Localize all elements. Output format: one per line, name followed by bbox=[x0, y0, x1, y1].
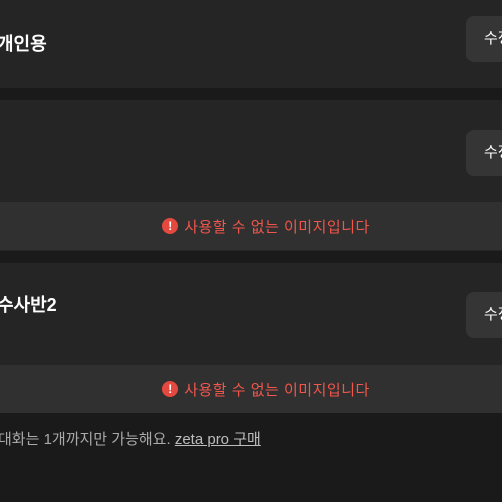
zeta-pro-purchase-link[interactable]: zeta pro 구매 bbox=[175, 431, 261, 448]
exclamation-circle-icon: ! bbox=[162, 218, 179, 234]
profile-card-3: 수사반2 수정 ! 사용할 수 없는 이미지입니다 bbox=[0, 263, 502, 413]
edit-button[interactable]: 수정 bbox=[466, 16, 502, 62]
edit-button[interactable]: 수정 bbox=[466, 130, 502, 176]
error-message: ! 사용할 수 없는 이미지입니다 bbox=[0, 365, 502, 413]
error-text: 사용할 수 없는 이미지입니다 bbox=[184, 218, 370, 236]
error-message: ! 사용할 수 없는 이미지입니다 bbox=[0, 202, 502, 250]
profile-card-1: 개인용 수정 bbox=[0, 0, 502, 88]
profile-title: 수사반2 bbox=[0, 295, 57, 315]
error-text: 사용할 수 없는 이미지입니다 bbox=[184, 381, 370, 399]
exclamation-circle-icon: ! bbox=[162, 381, 179, 397]
footer-text: 대화는 1개까지만 가능해요. bbox=[0, 431, 171, 448]
profile-title: 개인용 bbox=[0, 34, 47, 54]
profile-card-2: 수정 ! 사용할 수 없는 이미지입니다 bbox=[0, 100, 502, 251]
edit-button[interactable]: 수정 bbox=[466, 292, 502, 338]
footer-note: 대화는 1개까지만 가능해요. zeta pro 구매 bbox=[0, 428, 261, 449]
